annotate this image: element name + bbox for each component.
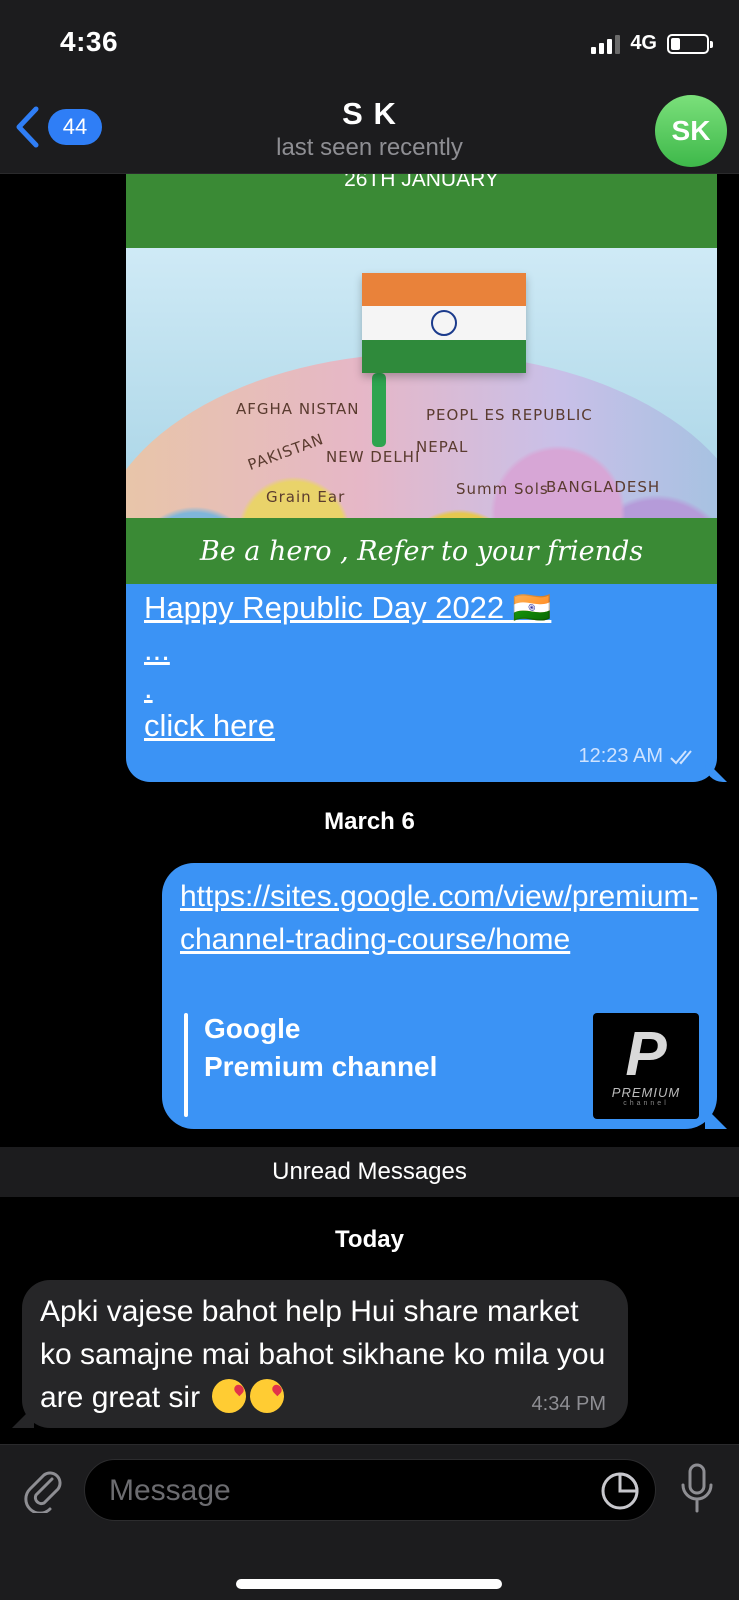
- bubble-tail: [705, 760, 727, 782]
- banner-top-text: 26TH JANUARY: [344, 174, 499, 191]
- map-label: Grain Ear: [266, 488, 346, 506]
- double-check-icon: [670, 749, 692, 764]
- map-label: Summ Sols: [456, 480, 549, 498]
- flag-pin: [372, 373, 386, 447]
- chat-title[interactable]: S K: [0, 96, 739, 132]
- unread-messages-divider: Unread Messages: [0, 1147, 739, 1197]
- preview-site-name[interactable]: Google: [204, 1013, 300, 1045]
- url-link[interactable]: https://sites.google.com/view/premium-ch…: [180, 875, 700, 961]
- outgoing-image-message[interactable]: 26TH JANUARY AFGHA NISTAN PAKISTAN NEW D…: [126, 174, 727, 782]
- india-flag-icon: [362, 273, 526, 373]
- date-separator: Today: [335, 1226, 404, 1253]
- premium-logo-icon: P: [625, 1020, 667, 1089]
- paperclip-icon: [24, 1471, 62, 1515]
- preview-title[interactable]: Premium channel: [204, 1051, 437, 1083]
- bubble-tail: [705, 1107, 727, 1129]
- kiss-emoji-icon: [212, 1379, 247, 1413]
- kiss-emoji-icon: [250, 1379, 285, 1413]
- thumb-text: PREMIUM: [611, 1085, 681, 1100]
- battery-icon: [667, 33, 713, 54]
- map-label: NEPAL: [416, 438, 469, 456]
- message-time: 4:34 PM: [531, 1393, 606, 1415]
- chat-status: last seen recently: [276, 134, 463, 161]
- image-banner-top: 26TH JANUARY: [126, 174, 717, 248]
- voice-button[interactable]: [679, 1463, 715, 1520]
- caption-ellipsis[interactable]: ...: [144, 630, 704, 670]
- home-indicator[interactable]: [236, 1579, 502, 1589]
- chat-header: 4:36 4G 44 S K last seen recently SK: [0, 0, 739, 174]
- republic-day-image[interactable]: AFGHA NISTAN PAKISTAN NEW DELHI PEOPL ES…: [126, 248, 717, 518]
- image-caption: Happy Republic Day 2022 🇮🇳 ... . click h…: [144, 586, 704, 746]
- composer-bar: Message: [0, 1444, 739, 1600]
- status-time: 4:36: [60, 26, 119, 57]
- incoming-message-text: Apki vajese bahot help Hui share market …: [40, 1290, 610, 1419]
- caption-dot[interactable]: .: [144, 670, 704, 706]
- message-input[interactable]: Message: [84, 1459, 656, 1521]
- caption-title-link[interactable]: Happy Republic Day 2022 🇮🇳: [144, 586, 704, 630]
- avatar[interactable]: SK: [655, 95, 727, 167]
- map-label: AFGHA NISTAN: [236, 400, 360, 418]
- message-placeholder: Message: [109, 1474, 231, 1507]
- signal-icon: [591, 34, 621, 54]
- attach-button[interactable]: [22, 1465, 64, 1518]
- message-text: Apki vajese bahot help Hui share market …: [40, 1295, 606, 1414]
- map-label: BANGLADESH: [546, 478, 661, 496]
- bubble-tail: [12, 1406, 34, 1428]
- microphone-icon: [681, 1463, 713, 1513]
- sticker-button[interactable]: [599, 1470, 641, 1517]
- click-here-link[interactable]: click here: [144, 706, 704, 746]
- outgoing-link-message[interactable]: https://sites.google.com/view/premium-ch…: [162, 863, 727, 1129]
- image-banner-bottom: Be a hero , Refer to your friends: [126, 518, 717, 584]
- incoming-message[interactable]: Apki vajese bahot help Hui share market …: [12, 1280, 628, 1428]
- message-meta: 12:23 AM: [578, 745, 697, 768]
- map-label: PEOPL ES REPUBLIC: [426, 406, 593, 424]
- preview-accent-bar: [184, 1013, 188, 1117]
- network-label: 4G: [630, 32, 657, 54]
- message-time: 12:23 AM: [578, 745, 663, 767]
- preview-thumbnail[interactable]: P PREMIUM channel: [593, 1013, 699, 1119]
- date-separator: March 6: [324, 808, 415, 835]
- thumb-subtext: channel: [623, 1100, 669, 1107]
- map-label: NEW DELHI: [326, 448, 421, 466]
- status-icons: 4G: [591, 32, 713, 55]
- sticker-icon: [601, 1472, 639, 1510]
